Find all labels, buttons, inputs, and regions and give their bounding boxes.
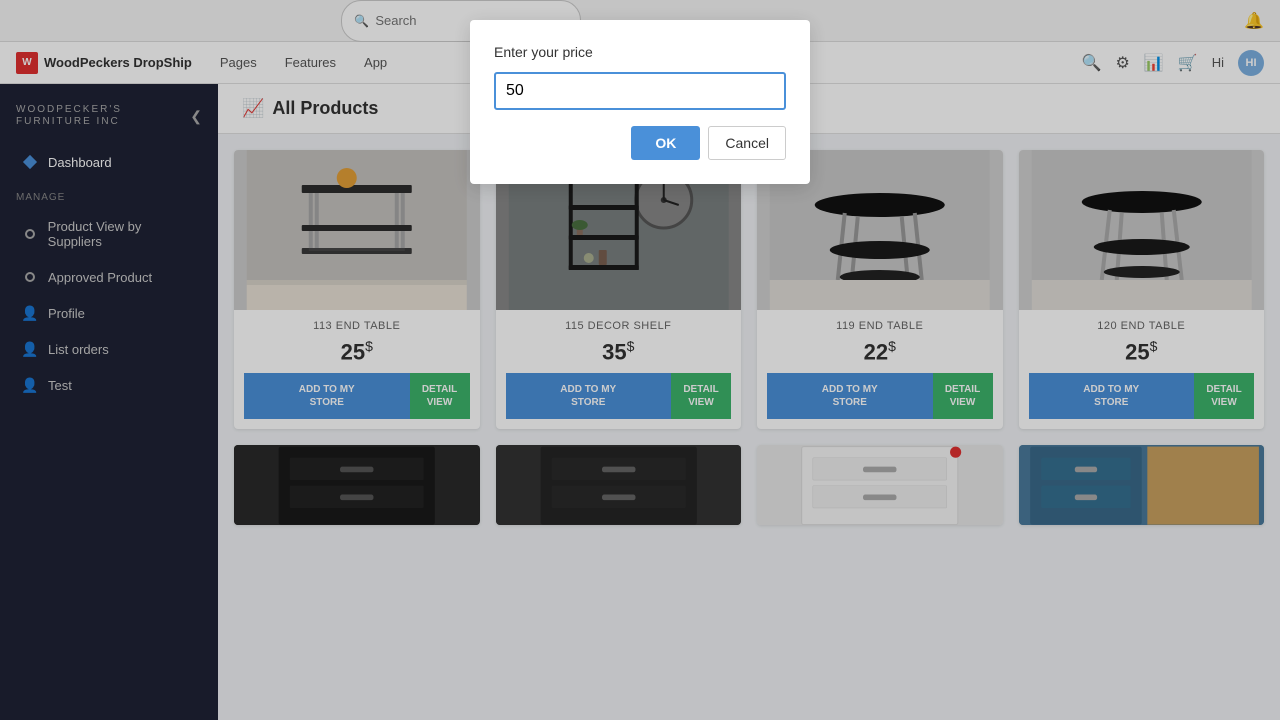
ok-button[interactable]: OK (631, 126, 700, 160)
price-modal: Enter your price OK Cancel (470, 20, 810, 184)
price-input[interactable] (494, 72, 786, 110)
modal-actions: OK Cancel (494, 126, 786, 160)
modal-label: Enter your price (494, 44, 786, 60)
cancel-button[interactable]: Cancel (708, 126, 786, 160)
modal-overlay: Enter your price OK Cancel (0, 0, 1280, 720)
